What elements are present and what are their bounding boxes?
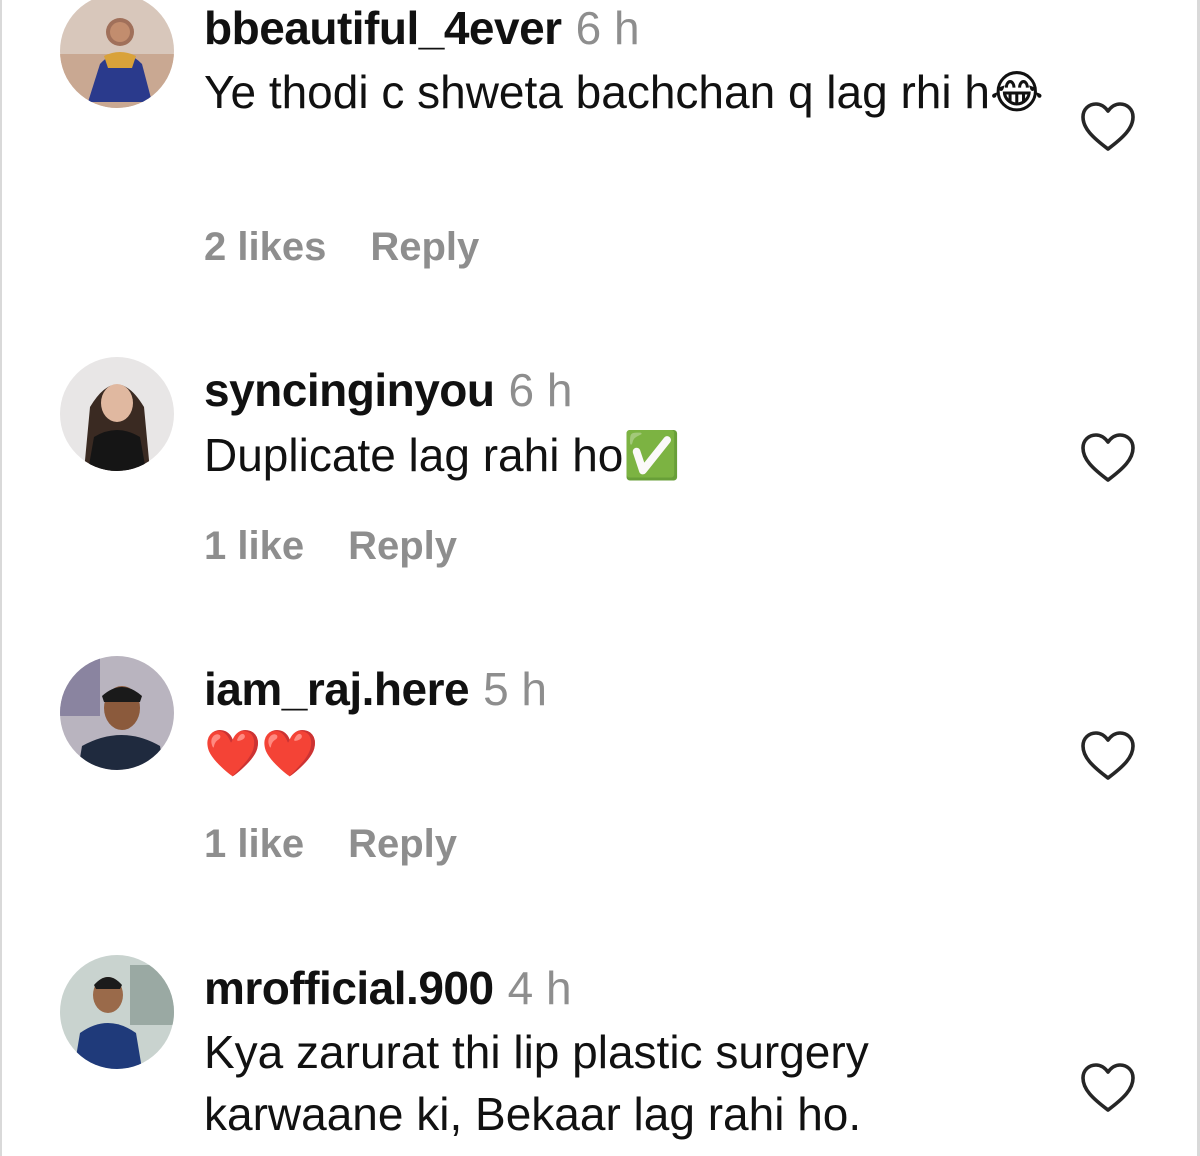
comment-text: Kya zarurat thi lip plastic surgery karw… [204, 1026, 869, 1140]
reply-button[interactable]: Reply [370, 225, 479, 269]
reply-button[interactable]: Reply [348, 822, 457, 866]
comment-meta: 1 like Reply [204, 522, 457, 570]
avatar[interactable] [60, 955, 174, 1069]
avatar[interactable] [60, 357, 174, 471]
reply-button[interactable]: Reply [348, 524, 457, 568]
comment-meta: 1 like Reply [204, 820, 457, 868]
avatar[interactable] [60, 656, 174, 770]
username[interactable]: mrofficial.900 [204, 962, 494, 1014]
timestamp: 6 h [508, 364, 573, 416]
comment-header: mrofficial.900 4 h [204, 960, 572, 1016]
timestamp: 5 h [483, 663, 548, 715]
comment-header: syncinginyou 6 h [204, 362, 572, 418]
heart-outline-icon[interactable] [1080, 730, 1136, 782]
heart-outline-icon[interactable] [1080, 432, 1136, 484]
timestamp: 4 h [507, 962, 572, 1014]
username[interactable]: syncinginyou [204, 364, 495, 416]
comment-header: iam_raj.here 5 h [204, 661, 547, 717]
avatar[interactable] [60, 0, 174, 108]
heart-outline-icon[interactable] [1080, 1062, 1136, 1114]
timestamp: 6 h [575, 2, 640, 54]
likes-count[interactable]: 1 like [204, 822, 304, 866]
heart-outline-icon[interactable] [1080, 101, 1136, 153]
username[interactable]: bbeautiful_4ever [204, 2, 562, 54]
comment-meta: 2 likes Reply [204, 223, 479, 271]
likes-count[interactable]: 1 like [204, 524, 304, 568]
username[interactable]: iam_raj.here [204, 663, 470, 715]
frame-border-left [0, 0, 2, 1156]
comment-text: Ye thodi c shweta bachchan q lag rhi h😂 [204, 66, 1044, 118]
comment-text: ❤️❤️ [204, 726, 319, 780]
likes-count[interactable]: 2 likes [204, 225, 326, 269]
comment-text: Duplicate lag rahi ho✅ [204, 429, 681, 481]
comment-header: bbeautiful_4ever 6 h [204, 0, 640, 56]
